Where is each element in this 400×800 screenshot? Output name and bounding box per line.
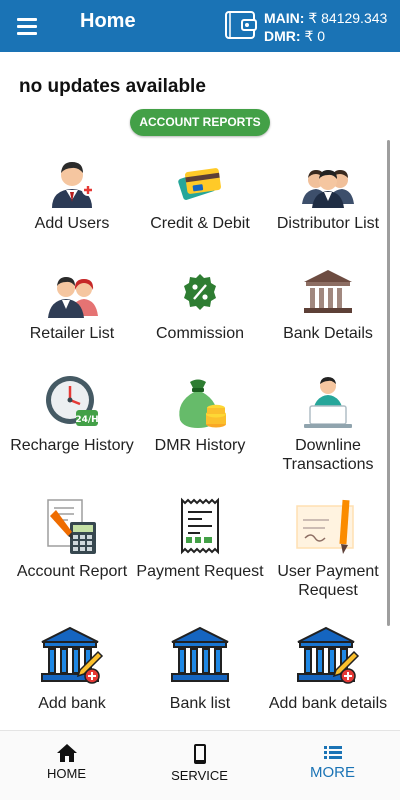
app-bar: Home MAIN: ₹ 84129.343 DMR: ₹ 0 [0, 0, 400, 52]
svg-text:24/H: 24/H [75, 415, 98, 425]
tile-label: Payment Request [136, 563, 264, 580]
tile-label: DMR History [154, 437, 246, 454]
main-balance: MAIN: ₹ 84129.343 [264, 10, 387, 27]
percent-badge-icon [184, 274, 216, 310]
tile-label: Add Users [34, 215, 110, 232]
updates-message: no updates available [19, 76, 206, 97]
tile-credit-debit[interactable]: Credit & Debit [135, 156, 265, 233]
tile-label: User Payment Request [277, 563, 379, 599]
nav-home[interactable]: HOME [0, 731, 133, 800]
tile-recharge-history[interactable]: 24/H Recharge History [7, 374, 137, 455]
tile-add-users[interactable]: Add Users [7, 156, 137, 233]
nav-label: MORE [310, 764, 355, 781]
credit-cards-icon [178, 168, 221, 200]
nav-label: SERVICE [171, 768, 228, 783]
tile-label: Bank list [169, 695, 231, 712]
main-balance-value: ₹ 84129.343 [308, 10, 388, 26]
page-title: Home [80, 10, 136, 32]
tile-label: Add bank [38, 695, 106, 712]
tile-label: Commission [155, 325, 244, 342]
clock-24h-icon: 24/H [46, 376, 99, 426]
tile-label: Credit & Debit [150, 215, 250, 232]
receipt-icon [181, 497, 219, 555]
tile-bank-list[interactable]: Bank list [135, 624, 265, 713]
tile-commission[interactable]: Commission [135, 266, 265, 343]
menu-icon[interactable] [14, 14, 40, 38]
tile-account-report[interactable]: Account Report [7, 496, 137, 581]
bank-building-icon [171, 626, 229, 682]
person-laptop-icon [304, 377, 352, 428]
wallet-icon [225, 11, 257, 39]
cheque-pencil-icon [296, 499, 354, 554]
tile-label: Account Report [16, 563, 128, 580]
phone-icon [193, 744, 206, 764]
dmr-balance-value: ₹ 0 [304, 28, 326, 44]
group-icon [302, 170, 354, 208]
nav-service[interactable]: SERVICE [133, 731, 266, 800]
people-icon [48, 277, 98, 318]
add-user-icon [52, 162, 94, 208]
tile-label: Downline Transactions [282, 437, 374, 473]
tile-distributor-list[interactable]: Distributor List [263, 156, 393, 233]
tile-bank-details[interactable]: Bank Details [263, 266, 393, 343]
nav-more[interactable]: MORE [266, 731, 399, 800]
tile-label: Retailer List [29, 325, 115, 342]
tile-downline-transactions[interactable]: Downline Transactions [263, 374, 393, 474]
tile-label: Recharge History [10, 437, 134, 454]
dmr-balance: DMR: ₹ 0 [264, 28, 325, 45]
tile-add-bank-details[interactable]: Add bank details [263, 624, 393, 713]
list-icon [323, 746, 342, 759]
bank-edit-icon [41, 626, 104, 684]
bank-icon [304, 270, 352, 313]
bottom-nav: HOME SERVICE MORE [0, 730, 400, 800]
main-balance-label: MAIN: [264, 10, 305, 26]
dmr-balance-label: DMR: [264, 28, 301, 44]
tile-label: Bank Details [283, 325, 373, 342]
tile-retailer-list[interactable]: Retailer List [7, 266, 137, 343]
report-calculator-icon [47, 499, 96, 554]
tile-label: Add bank details [268, 695, 388, 712]
account-reports-badge[interactable]: ACCOUNT REPORTS [130, 109, 270, 136]
tile-dmr-history[interactable]: DMR History [135, 374, 265, 455]
home-icon [56, 744, 77, 762]
tile-user-payment-request[interactable]: User Payment Request [263, 496, 393, 600]
tile-payment-request[interactable]: Payment Request [135, 496, 265, 581]
bank-edit-icon [297, 626, 360, 684]
nav-label: HOME [47, 766, 86, 781]
tile-label: Distributor List [276, 215, 380, 232]
tile-add-bank[interactable]: Add bank [7, 624, 137, 713]
money-bag-icon [179, 379, 226, 428]
